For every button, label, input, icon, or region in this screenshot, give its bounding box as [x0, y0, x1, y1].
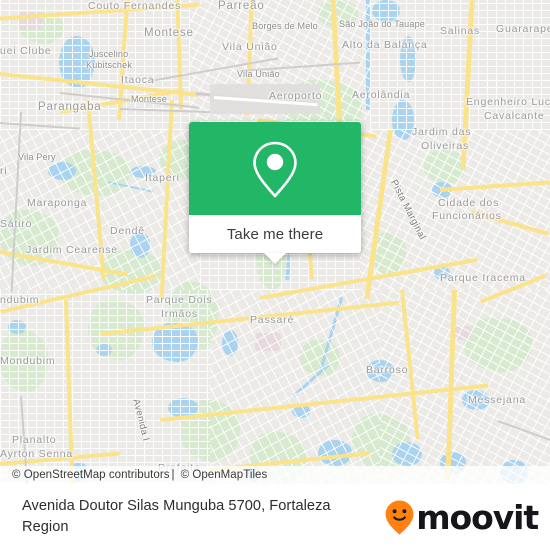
footer-bar: Avenida Doutor Silas Munguba 5700, Forta… [0, 484, 550, 550]
attribution-separator: | [171, 469, 175, 481]
moovit-map-page: Couto Fernandes Parreão Borges de Melo São … [0, 0, 550, 550]
map-canvas[interactable]: Couto Fernandes Parreão Borges de Melo São … [0, 0, 550, 484]
attribution-osm[interactable]: © OpenStreetMap contributors [0, 469, 170, 481]
moovit-logo[interactable]: moovit [384, 499, 550, 536]
map-attribution: © OpenStreetMap contributors | © OpenMap… [0, 466, 550, 484]
attribution-tiles[interactable]: © OpenMapTiles [177, 469, 268, 481]
take-me-there-label: Take me there [226, 225, 324, 243]
map-pin-icon [253, 141, 297, 197]
take-me-there-popup[interactable]: Take me there [189, 122, 361, 264]
popup-tail-pointer [264, 253, 286, 264]
popup-cta-area[interactable]: Take me there [189, 215, 361, 264]
address-text: Avenida Doutor Silas Munguba 5700, Forta… [22, 498, 331, 535]
moovit-wordmark: moovit [416, 497, 539, 537]
moovit-pin-smiley-icon [385, 500, 414, 535]
popup-icon-area [189, 122, 361, 215]
